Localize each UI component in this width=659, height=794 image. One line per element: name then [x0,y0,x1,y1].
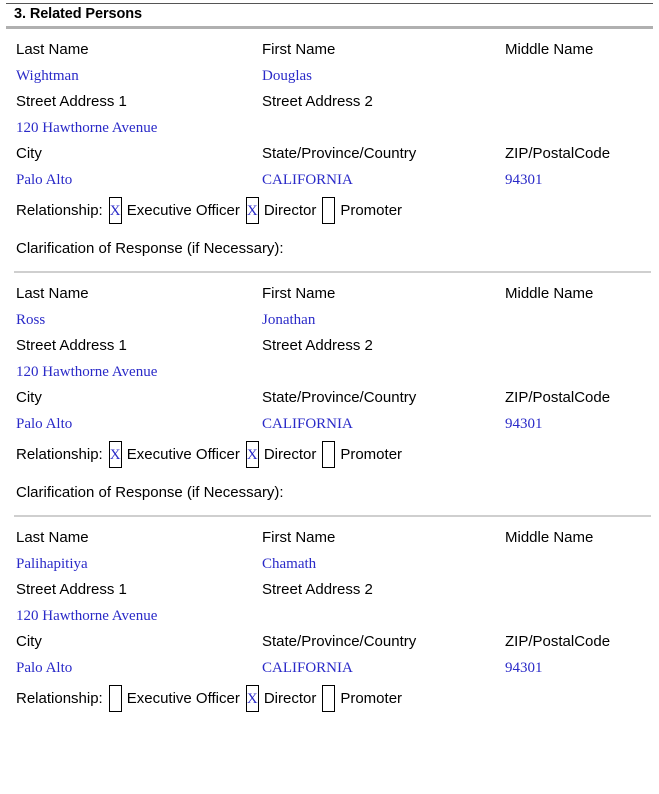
middle-name-label: Middle Name [505,529,594,546]
zip-value: 94301 [505,172,543,188]
name-value-row: Wightman Douglas [0,63,659,89]
block-top-spacer [0,29,659,37]
section-header-related-persons: 3. Related Persons [6,3,653,29]
street-label-row: Street Address 1 Street Address 2 [0,89,659,115]
first-name-value: Chamath [262,556,317,572]
last-name-value: Wightman [16,68,79,84]
name-label-row: Last Name First Name Middle Name [0,281,659,307]
promoter-label: Promoter [340,201,403,219]
first-name-label: First Name [262,285,336,302]
clarification-label: Clarification of Response (if Necessary)… [16,240,284,257]
street-value-row: 120 Hawthorne Avenue [0,359,659,385]
relationship-row: Relationship: X Executive Officer X Dire… [0,437,659,471]
checkbox-promoter[interactable] [322,440,336,468]
city-label: City [16,633,42,650]
relationship-row: Relationship: Executive Officer X Direct… [0,681,659,715]
state-label: State/Province/Country [262,389,417,406]
street-address-1-label: Street Address 1 [16,581,127,598]
checkbox-executive-officer[interactable]: X [108,440,122,468]
block-top-spacer [0,273,659,281]
first-name-label: First Name [262,529,336,546]
name-value-row: Palihapitiya Chamath [0,551,659,577]
checkbox-promoter[interactable] [322,684,336,712]
promoter-label: Promoter [340,445,403,463]
related-persons-page: 3. Related Persons Last Name First Name … [0,3,659,715]
state-value: CALIFORNIA [262,660,353,676]
name-label-row: Last Name First Name Middle Name [0,37,659,63]
director-label: Director [263,201,317,219]
street-label-row: Street Address 1 Street Address 2 [0,577,659,603]
street-label-row: Street Address 1 Street Address 2 [0,333,659,359]
street-address-1-label: Street Address 1 [16,337,127,354]
zip-value: 94301 [505,660,543,676]
checkbox-director[interactable]: X [245,196,259,224]
city-label-row: City State/Province/Country ZIP/PostalCo… [0,141,659,167]
street-address-1-value: 120 Hawthorne Avenue [16,364,158,380]
city-value: Palo Alto [16,660,73,676]
related-person-block: Last Name First Name Middle Name Wightma… [0,29,659,271]
related-person-block: Last Name First Name Middle Name Palihap… [0,517,659,715]
city-value-row: Palo Alto CALIFORNIA 94301 [0,411,659,437]
state-label: State/Province/Country [262,145,417,162]
zip-value: 94301 [505,416,543,432]
city-label-row: City State/Province/Country ZIP/PostalCo… [0,629,659,655]
street-value-row: 120 Hawthorne Avenue [0,115,659,141]
checkbox-director[interactable]: X [245,440,259,468]
street-address-1-value: 120 Hawthorne Avenue [16,120,158,136]
relationship-label: Relationship: [16,445,103,463]
checkbox-executive-officer[interactable] [108,684,122,712]
zip-label: ZIP/PostalCode [505,389,611,406]
name-label-row: Last Name First Name Middle Name [0,525,659,551]
name-value-row: Ross Jonathan [0,307,659,333]
first-name-value: Jonathan [262,312,316,328]
state-label: State/Province/Country [262,633,417,650]
city-label-row: City State/Province/Country ZIP/PostalCo… [0,385,659,411]
executive-officer-label: Executive Officer [126,445,240,463]
street-address-1-value: 120 Hawthorne Avenue [16,608,158,624]
relationship-row: Relationship: X Executive Officer X Dire… [0,193,659,227]
zip-label: ZIP/PostalCode [505,633,611,650]
last-name-value: Palihapitiya [16,556,88,572]
related-person-block: Last Name First Name Middle Name Ross Jo… [0,273,659,515]
state-value: CALIFORNIA [262,172,353,188]
last-name-label: Last Name [16,41,89,58]
first-name-label: First Name [262,41,336,58]
promoter-label: Promoter [340,689,403,707]
relationship-label: Relationship: [16,201,103,219]
city-value-row: Palo Alto CALIFORNIA 94301 [0,167,659,193]
clarification-label: Clarification of Response (if Necessary)… [16,484,284,501]
last-name-value: Ross [16,312,46,328]
executive-officer-label: Executive Officer [126,201,240,219]
first-name-value: Douglas [262,68,312,84]
executive-officer-label: Executive Officer [126,689,240,707]
checkbox-executive-officer[interactable]: X [108,196,122,224]
street-value-row: 120 Hawthorne Avenue [0,603,659,629]
relationship-label: Relationship: [16,689,103,707]
checkbox-director[interactable]: X [245,684,259,712]
middle-name-label: Middle Name [505,41,594,58]
city-label: City [16,145,42,162]
city-value: Palo Alto [16,416,73,432]
last-name-label: Last Name [16,529,89,546]
checkbox-promoter[interactable] [322,196,336,224]
director-label: Director [263,689,317,707]
director-label: Director [263,445,317,463]
city-label: City [16,389,42,406]
city-value-row: Palo Alto CALIFORNIA 94301 [0,655,659,681]
last-name-label: Last Name [16,285,89,302]
street-address-2-label: Street Address 2 [262,337,373,354]
zip-label: ZIP/PostalCode [505,145,611,162]
street-address-2-label: Street Address 2 [262,581,373,598]
city-value: Palo Alto [16,172,73,188]
street-address-2-label: Street Address 2 [262,93,373,110]
middle-name-label: Middle Name [505,285,594,302]
state-value: CALIFORNIA [262,416,353,432]
block-top-spacer [0,517,659,525]
street-address-1-label: Street Address 1 [16,93,127,110]
